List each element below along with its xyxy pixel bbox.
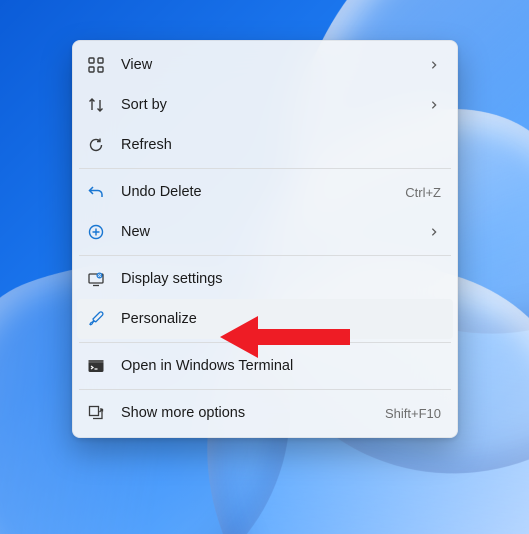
- menu-item-label: Sort by: [121, 97, 419, 113]
- menu-item-new[interactable]: New: [77, 212, 453, 252]
- more-options-icon: [87, 404, 105, 422]
- display-icon: [87, 270, 105, 288]
- menu-item-open-terminal[interactable]: Open in Windows Terminal: [77, 346, 453, 386]
- personalize-icon: [87, 310, 105, 328]
- menu-item-undo-delete[interactable]: Undo Delete Ctrl+Z: [77, 172, 453, 212]
- menu-item-view[interactable]: View: [77, 45, 453, 85]
- chevron-right-icon: [427, 227, 441, 237]
- menu-item-label: Personalize: [121, 311, 441, 327]
- menu-item-label: Open in Windows Terminal: [121, 358, 441, 374]
- menu-separator: [79, 255, 451, 256]
- menu-item-personalize[interactable]: Personalize: [77, 299, 453, 339]
- refresh-icon: [87, 136, 105, 154]
- menu-item-label: View: [121, 57, 419, 73]
- menu-separator: [79, 389, 451, 390]
- menu-item-show-more-options[interactable]: Show more options Shift+F10: [77, 393, 453, 433]
- chevron-right-icon: [427, 60, 441, 70]
- menu-item-label: Show more options: [121, 405, 377, 421]
- desktop-context-menu: View Sort by Refresh: [72, 40, 458, 438]
- chevron-right-icon: [427, 100, 441, 110]
- menu-item-label: New: [121, 224, 419, 240]
- menu-item-label: Display settings: [121, 271, 441, 287]
- menu-separator: [79, 342, 451, 343]
- view-icon: [87, 56, 105, 74]
- menu-item-refresh[interactable]: Refresh: [77, 125, 453, 165]
- menu-item-accelerator: Shift+F10: [385, 406, 441, 421]
- menu-separator: [79, 168, 451, 169]
- sort-icon: [87, 96, 105, 114]
- menu-item-accelerator: Ctrl+Z: [405, 185, 441, 200]
- menu-item-display-settings[interactable]: Display settings: [77, 259, 453, 299]
- new-icon: [87, 223, 105, 241]
- menu-item-sort-by[interactable]: Sort by: [77, 85, 453, 125]
- terminal-icon: [87, 357, 105, 375]
- menu-item-label: Refresh: [121, 137, 441, 153]
- undo-icon: [87, 183, 105, 201]
- menu-item-label: Undo Delete: [121, 184, 397, 200]
